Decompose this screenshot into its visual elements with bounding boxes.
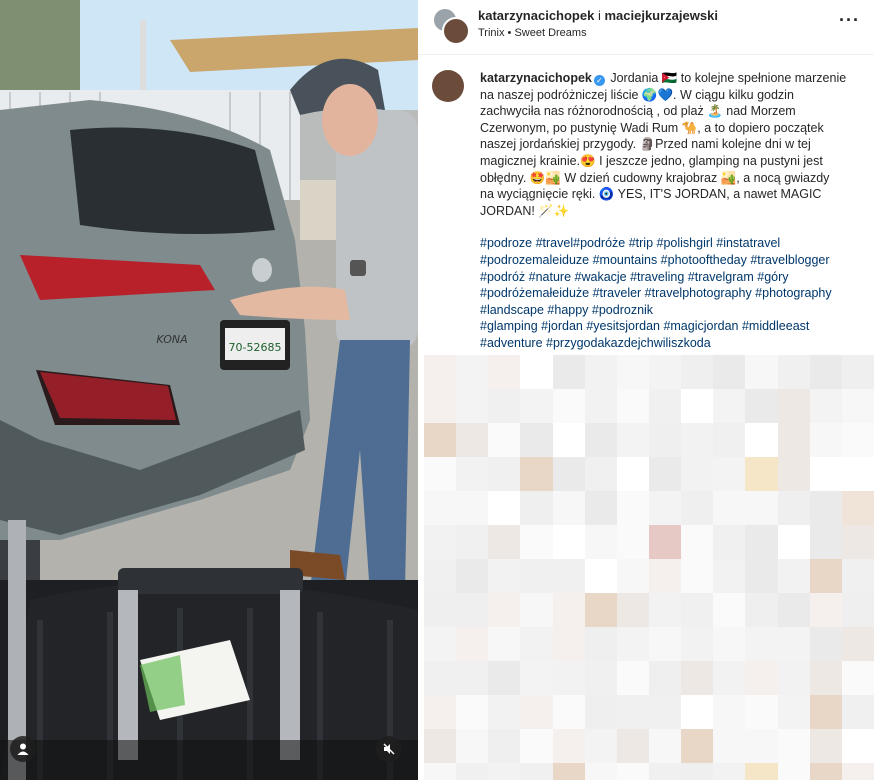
- hashtag-line[interactable]: #podróżemałeiduże #traveler #travelphoto…: [480, 285, 864, 302]
- separator: i: [597, 8, 601, 23]
- coauthor-link[interactable]: maciejkurzajewski: [604, 8, 717, 23]
- caption-username[interactable]: katarzynacichopek: [480, 71, 592, 85]
- avatar[interactable]: [442, 17, 470, 45]
- plate-text: 70-52685: [229, 341, 282, 354]
- author-names: katarzynacichopek i maciejkurzajewski: [478, 8, 718, 23]
- hashtag-line[interactable]: #landscape #happy #podroznik: [480, 302, 864, 319]
- caption-line: magicznej krainie.😍 I jeszcze jedno, gla…: [480, 153, 823, 168]
- caption-line: na wyciągnięcie ręki. 🧿 YES, IT'S JORDAN…: [480, 187, 822, 202]
- avatar[interactable]: [432, 70, 464, 102]
- hashtag-line[interactable]: #adventure #przygodakazdejchwiliszkoda: [480, 335, 864, 352]
- caption-line: Jordania 🇯🇴 to kolejne spełnione marzeni…: [610, 71, 847, 85]
- caption-body: katarzynacichopek ✓ Jordania 🇯🇴 to kolejn…: [480, 70, 864, 352]
- hashtag-line[interactable]: #podróż #nature #wakacje #traveling #tra…: [480, 269, 864, 286]
- hashtags: #podroze #travel#podróże #trip #polishgi…: [480, 235, 864, 351]
- caption-line: obłędny. 🤩🏜️ W dzień cudowny krajobraz 🏜…: [480, 170, 830, 185]
- caption-line: zachwyciła nas różnorodnością , od plaż …: [480, 104, 796, 119]
- user-tag-button[interactable]: [10, 736, 36, 762]
- caption-line: naszej jordańskiej przygody. 🗿Przed nami…: [480, 137, 811, 152]
- user-icon: [16, 742, 30, 756]
- car-badge: KONA: [156, 333, 187, 346]
- caption-line: Czerwonym, po pustynię Wadi Rum 🐪, a to …: [480, 120, 824, 135]
- mute-button[interactable]: [376, 736, 402, 762]
- hashtag-line[interactable]: #podroze #travel#podróże #trip #polishgi…: [480, 235, 864, 252]
- hashtag-line[interactable]: #podrozemaleiduze #mountains #photoofthe…: [480, 252, 864, 269]
- post-media[interactable]: 70-52685 KONA: [0, 0, 418, 780]
- blurred-comments: [424, 355, 874, 780]
- author-link[interactable]: katarzynacichopek: [478, 8, 594, 23]
- post-panel: katarzynacichopek i maciejkurzajewski Tr…: [418, 0, 874, 780]
- ellipsis-icon[interactable]: ···: [839, 10, 860, 31]
- caption-line: JORDAN! 🪄✨: [480, 203, 570, 218]
- verified-badge-icon: ✓: [593, 75, 605, 86]
- collab-avatars[interactable]: [432, 7, 470, 45]
- audio-link[interactable]: Trinix • Sweet Dreams: [478, 27, 587, 39]
- post-header: katarzynacichopek i maciejkurzajewski Tr…: [418, 0, 874, 55]
- caption-line: na naszej podróżniczej liście 🌍💙. W ciąg…: [480, 87, 794, 102]
- hashtag-line[interactable]: #glamping #jordan #yesitsjordan #magicjo…: [480, 318, 864, 335]
- video-frame: 70-52685 KONA: [0, 0, 418, 780]
- muted-speaker-icon: [382, 742, 396, 756]
